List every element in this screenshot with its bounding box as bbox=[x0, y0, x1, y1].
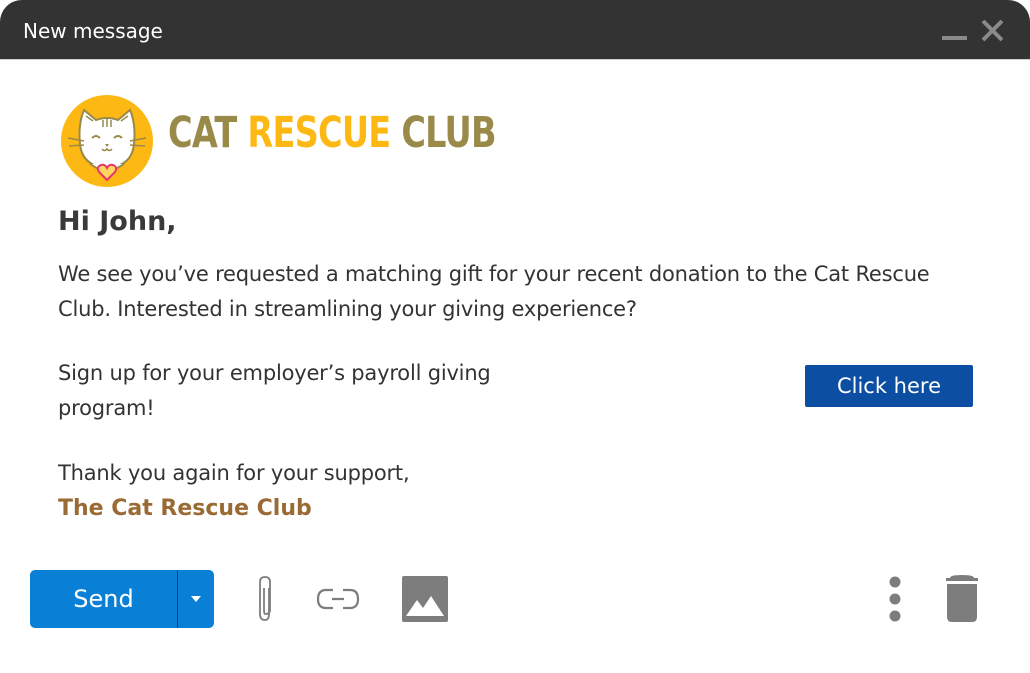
more-options-button[interactable] bbox=[886, 574, 904, 629]
paperclip-icon bbox=[259, 576, 271, 621]
minimize-button[interactable] bbox=[941, 18, 968, 44]
close-button[interactable] bbox=[980, 18, 1006, 44]
email-greeting: Hi John, bbox=[58, 206, 177, 237]
window-titlebar: New message bbox=[0, 0, 1030, 60]
more-vertical-icon bbox=[889, 576, 901, 622]
wordmark-club: CLUB bbox=[401, 108, 496, 158]
send-button[interactable]: Send bbox=[30, 570, 177, 628]
close-icon bbox=[981, 19, 1004, 42]
attach-button[interactable] bbox=[254, 574, 276, 629]
email-paragraph: We see you’ve requested a matching gift … bbox=[58, 262, 930, 321]
thanks-text: Thank you again for your support, bbox=[58, 461, 410, 485]
caret-down-icon bbox=[191, 596, 201, 602]
signup-text: Sign up for your employer’s payroll givi… bbox=[58, 361, 491, 420]
window-title: New message bbox=[23, 19, 163, 43]
email-signature: The Cat Rescue Club bbox=[58, 496, 312, 521]
link-icon bbox=[316, 588, 360, 610]
insert-link-button[interactable] bbox=[315, 586, 361, 617]
minimize-icon bbox=[942, 36, 968, 40]
send-button-group: Send bbox=[30, 570, 214, 628]
insert-image-button[interactable] bbox=[402, 576, 448, 627]
delete-button[interactable] bbox=[944, 574, 980, 629]
trash-icon bbox=[946, 575, 978, 622]
cat-face-logo-icon bbox=[60, 94, 154, 188]
image-icon bbox=[402, 576, 448, 622]
brand-wordmark: CAT RESCUE CLUB bbox=[168, 108, 497, 158]
send-options-button[interactable] bbox=[178, 570, 214, 628]
wordmark-cat: CAT bbox=[168, 108, 237, 158]
wordmark-rescue: RESCUE bbox=[247, 108, 391, 158]
click-here-button[interactable]: Click here bbox=[805, 365, 973, 407]
